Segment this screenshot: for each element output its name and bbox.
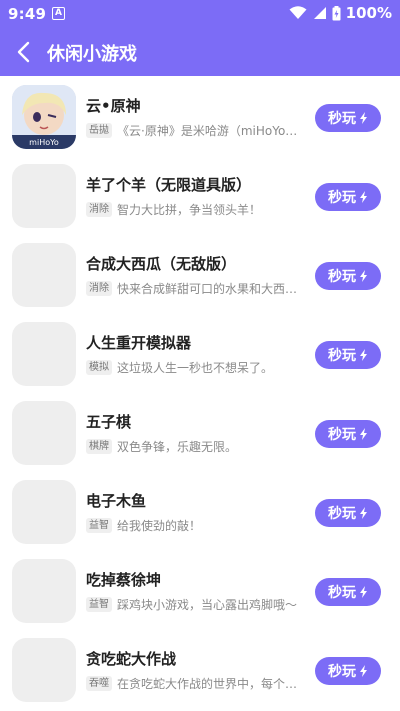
game-thumbnail: [12, 322, 76, 386]
play-label: 秒玩: [328, 506, 356, 522]
game-item[interactable]: 羊了个羊（无限道具版） 消除 智力大比拼，争当领头羊！ 秒玩: [0, 159, 400, 238]
page-title: 休闲小游戏: [47, 44, 137, 65]
wifi-icon: [289, 6, 307, 20]
play-label: 秒玩: [328, 664, 356, 680]
status-bar: 9:49 A 100%: [0, 0, 400, 28]
lightning-icon: [360, 507, 367, 519]
category-tag: 棋牌: [86, 439, 112, 454]
game-desc-row: 益智 踩鸡块小游戏，当心露出鸡脚哦〜: [86, 596, 308, 613]
game-thumbnail: [12, 243, 76, 307]
play-label: 秒玩: [328, 111, 356, 127]
play-button[interactable]: 秒玩: [315, 578, 381, 606]
category-tag: 益智: [86, 518, 112, 533]
play-label: 秒玩: [328, 269, 356, 285]
lightning-icon: [360, 191, 367, 203]
game-desc: 这垃圾人生一秒也不想呆了。: [117, 361, 274, 375]
game-item[interactable]: 电子木鱼 益智 给我使劲的敲！ 秒玩: [0, 475, 400, 554]
game-name: 吃掉蔡徐坤: [86, 571, 162, 589]
play-button[interactable]: 秒玩: [315, 104, 381, 132]
game-desc: 给我使劲的敲！: [117, 519, 202, 533]
back-button[interactable]: [6, 32, 42, 72]
notification-icon: A: [52, 7, 65, 20]
signal-icon: [312, 6, 327, 20]
lightning-icon: [360, 586, 367, 598]
game-item[interactable]: 合成大西瓜（无敌版） 消除 快来合成鲜甜可口的水果和大西瓜... 秒玩: [0, 238, 400, 317]
game-item[interactable]: 贪吃蛇大作战 吞噬 在贪吃蛇大作战的世界中，每个人... 秒玩: [0, 633, 400, 711]
game-thumbnail: [12, 559, 76, 623]
play-button[interactable]: 秒玩: [315, 341, 381, 369]
category-tag: 消除: [86, 202, 112, 217]
game-name: 人生重开模拟器: [86, 334, 192, 352]
game-item[interactable]: 人生重开模拟器 模拟 这垃圾人生一秒也不想呆了。 秒玩: [0, 317, 400, 396]
lightning-icon: [360, 349, 367, 361]
game-thumbnail: [12, 480, 76, 544]
game-desc: 在贪吃蛇大作战的世界中，每个人...: [117, 677, 308, 691]
battery-icon: [332, 5, 341, 21]
game-desc-row: 益智 给我使劲的敲！: [86, 517, 308, 534]
game-desc-row: 消除 快来合成鲜甜可口的水果和大西瓜...: [86, 280, 308, 297]
game-desc-row: 吞噬 在贪吃蛇大作战的世界中，每个人...: [86, 675, 308, 692]
game-name: 电子木鱼: [86, 492, 147, 510]
category-tag: 益智: [86, 597, 112, 612]
category-tag: 模拟: [86, 360, 112, 375]
play-button[interactable]: 秒玩: [315, 183, 381, 211]
game-thumbnail: miHoYo: [12, 85, 76, 149]
game-desc: 快来合成鲜甜可口的水果和大西瓜...: [117, 282, 308, 296]
lightning-icon: [360, 112, 367, 124]
thumb-logo-text: miHoYo: [29, 138, 59, 147]
title-bar: 休闲小游戏: [0, 28, 400, 76]
game-name: 五子棋: [86, 413, 132, 431]
play-label: 秒玩: [328, 348, 356, 364]
category-tag: 吞噬: [86, 676, 112, 691]
play-label: 秒玩: [328, 585, 356, 601]
category-tag: 消除: [86, 281, 112, 296]
game-desc: 智力大比拼，争当领头羊！: [117, 203, 262, 217]
back-arrow-icon: [17, 41, 30, 63]
lightning-icon: [360, 428, 367, 440]
game-thumbnail: [12, 164, 76, 228]
game-item[interactable]: 吃掉蔡徐坤 益智 踩鸡块小游戏，当心露出鸡脚哦〜 秒玩: [0, 554, 400, 633]
play-label: 秒玩: [328, 190, 356, 206]
game-item[interactable]: miHoYo 云•原神 岳拋 《云·原神》是米哈游（miHoYo）... 秒玩: [0, 80, 400, 159]
game-desc-row: 模拟 这垃圾人生一秒也不想呆了。: [86, 359, 308, 376]
game-item[interactable]: 五子棋 棋牌 双色争锋，乐趣无限。 秒玩: [0, 396, 400, 475]
game-desc-row: 棋牌 双色争锋，乐趣无限。: [86, 438, 308, 455]
genshin-logo-icon: miHoYo: [12, 85, 76, 149]
game-desc-row: 消除 智力大比拼，争当领头羊！: [86, 201, 308, 218]
play-button[interactable]: 秒玩: [315, 420, 381, 448]
game-desc-row: 岳拋 《云·原神》是米哈游（miHoYo）...: [86, 122, 308, 139]
game-name: 云•原神: [86, 97, 141, 115]
lightning-icon: [360, 270, 367, 282]
game-name: 羊了个羊（无限道具版）: [86, 176, 252, 194]
status-indicators: 100%: [289, 4, 392, 22]
lightning-icon: [360, 665, 367, 677]
play-label: 秒玩: [328, 427, 356, 443]
game-desc: 踩鸡块小游戏，当心露出鸡脚哦〜: [117, 598, 298, 612]
game-desc: 双色争锋，乐趣无限。: [117, 440, 238, 454]
app-header: 9:49 A 100% 休闲小游戏: [0, 0, 400, 76]
game-thumbnail: [12, 638, 76, 702]
battery-percent: 100%: [345, 4, 392, 22]
play-button[interactable]: 秒玩: [315, 657, 381, 685]
game-name: 贪吃蛇大作战: [86, 650, 177, 668]
category-tag: 岳拋: [86, 123, 112, 138]
game-desc: 《云·原神》是米哈游（miHoYo）...: [117, 124, 308, 138]
status-time: 9:49: [8, 5, 47, 23]
game-name: 合成大西瓜（无敌版）: [86, 255, 237, 273]
play-button[interactable]: 秒玩: [315, 499, 381, 527]
game-thumbnail: [12, 401, 76, 465]
play-button[interactable]: 秒玩: [315, 262, 381, 290]
